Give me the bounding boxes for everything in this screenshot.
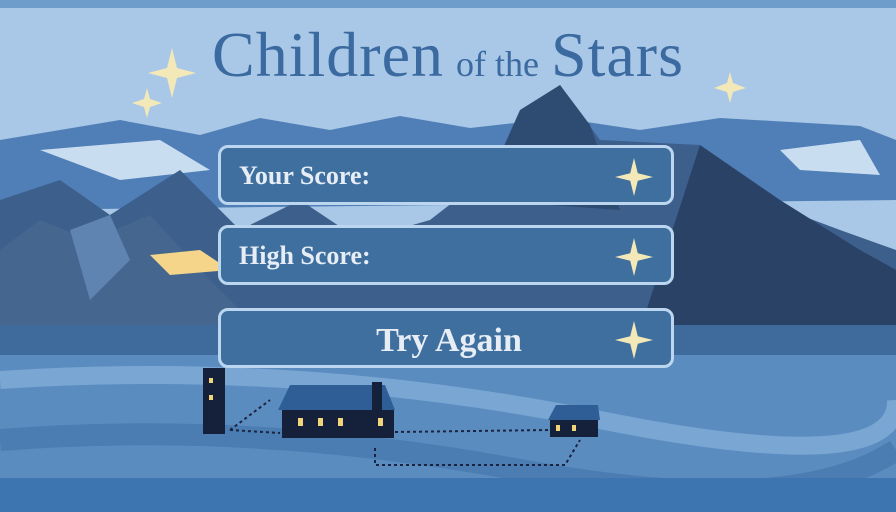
- high-score-panel: High Score:: [218, 225, 674, 285]
- title-word-stars: Stars: [550, 19, 684, 90]
- game-title: Children of the Stars: [0, 18, 896, 92]
- try-again-button[interactable]: Try Again: [218, 308, 674, 368]
- your-score-label: Your Score:: [239, 161, 371, 190]
- sparkle-star-icon: [615, 158, 653, 196]
- your-score-panel: Your Score:: [218, 145, 674, 205]
- title-word-children: Children: [212, 19, 444, 90]
- try-again-label: Try Again: [376, 322, 522, 359]
- sparkle-star-icon: [615, 238, 653, 276]
- sparkle-star-icon: [615, 321, 653, 359]
- high-score-label: High Score:: [239, 241, 371, 270]
- title-word-of-the: of the: [456, 44, 539, 84]
